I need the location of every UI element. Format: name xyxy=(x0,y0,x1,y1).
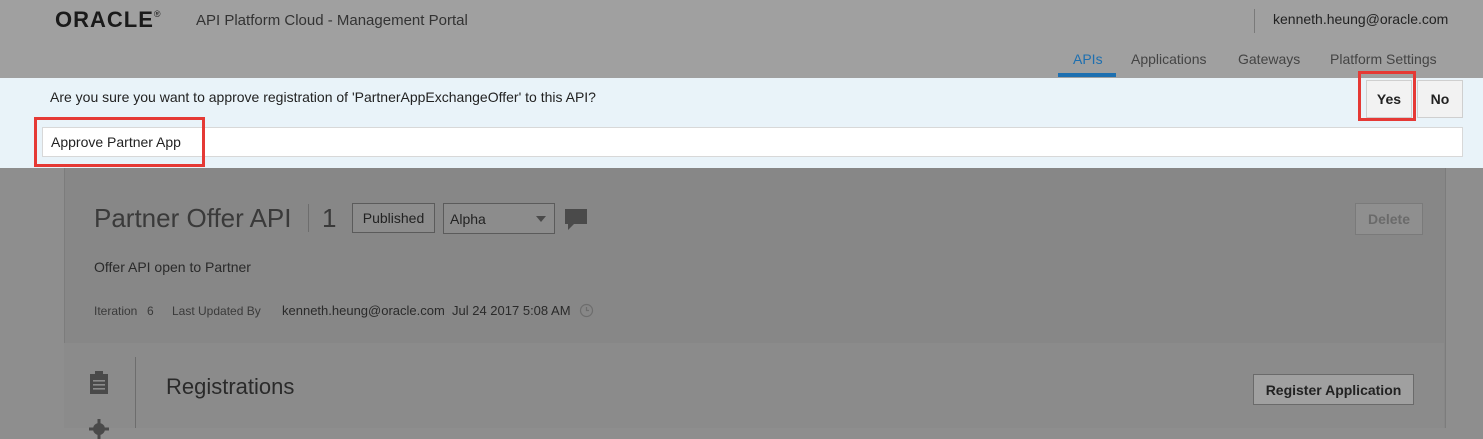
api-version: 1 xyxy=(322,203,337,233)
tab-applications[interactable]: Applications xyxy=(1131,51,1207,67)
approval-reason-input[interactable] xyxy=(42,127,1463,157)
user-menu[interactable]: kenneth.heung@oracle.com xyxy=(1273,11,1448,27)
yes-button[interactable]: Yes xyxy=(1366,80,1412,118)
tab-apis[interactable]: APIs xyxy=(1073,51,1103,67)
no-button[interactable]: No xyxy=(1417,80,1463,118)
comment-icon[interactable] xyxy=(563,207,589,233)
user-divider xyxy=(1254,9,1255,33)
clock-icon xyxy=(579,303,594,318)
oracle-logo: ORACLE® xyxy=(55,7,162,32)
app-header: ORACLE® API Platform Cloud - Management … xyxy=(0,0,1483,78)
name-divider xyxy=(308,204,309,232)
iteration-label: Iteration xyxy=(94,304,138,318)
stage-select[interactable]: Alpha xyxy=(443,203,555,234)
tab-platform-settings[interactable]: Platform Settings xyxy=(1330,51,1437,67)
active-tab-indicator xyxy=(1058,73,1116,77)
gear-icon[interactable] xyxy=(89,419,109,439)
side-nav-divider xyxy=(135,357,136,428)
register-application-button[interactable]: Register Application xyxy=(1253,374,1414,405)
api-description: Offer API open to Partner xyxy=(94,259,251,275)
last-updated-by-label: Last Updated By xyxy=(172,304,261,318)
last-updated-time: Jul 24 2017 5:08 AM xyxy=(452,303,571,318)
app-title: API Platform Cloud - Management Portal xyxy=(196,12,468,29)
confirmation-message: Are you sure you want to approve registr… xyxy=(50,89,596,105)
registrations-title: Registrations xyxy=(166,374,295,399)
document-icon[interactable] xyxy=(89,371,109,395)
tab-gateways[interactable]: Gateways xyxy=(1238,51,1300,67)
last-updated-by-value: kenneth.heung@oracle.com xyxy=(282,303,445,318)
delete-button[interactable]: Delete xyxy=(1355,203,1423,235)
state-button[interactable]: Published xyxy=(352,203,435,233)
chevron-down-icon xyxy=(536,216,546,222)
stage-select-value: Alpha xyxy=(450,211,486,227)
api-name: Partner Offer API xyxy=(94,203,292,233)
iteration-value: 6 xyxy=(147,304,154,318)
